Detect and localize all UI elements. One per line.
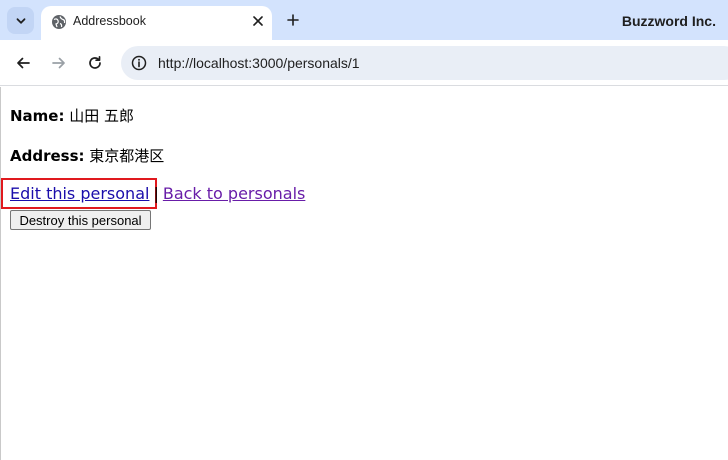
back-button[interactable] xyxy=(11,51,35,75)
plus-icon xyxy=(287,14,299,26)
reload-button[interactable] xyxy=(83,51,107,75)
browser-toolbar: http://localhost:3000/personals/1 xyxy=(0,40,728,86)
action-links: Edit this personal | Back to personals xyxy=(10,184,305,203)
name-field: Name: 山田 五郎 xyxy=(10,105,134,126)
address-field: Address: 東京都港区 xyxy=(10,145,164,166)
forward-button[interactable] xyxy=(47,51,71,75)
destroy-personal-button[interactable]: Destroy this personal xyxy=(10,210,151,230)
close-icon xyxy=(253,16,263,26)
tab-search-button[interactable] xyxy=(7,7,34,34)
url-text[interactable]: http://localhost:3000/personals/1 xyxy=(158,55,360,71)
tab-strip: Addressbook Buzzword Inc. xyxy=(0,0,728,40)
address-value: 東京都港区 xyxy=(89,147,165,165)
name-value: 山田 五郎 xyxy=(69,107,135,125)
address-bar[interactable]: http://localhost:3000/personals/1 xyxy=(121,46,728,80)
tab-title: Addressbook xyxy=(73,14,146,28)
close-tab-button[interactable] xyxy=(248,11,268,31)
browser-tab[interactable]: Addressbook xyxy=(41,6,272,40)
address-label: Address: xyxy=(10,147,85,165)
reload-icon xyxy=(89,55,101,69)
page-content: Name: 山田 五郎 Address: 東京都港区 Edit this per… xyxy=(0,87,728,460)
new-tab-button[interactable] xyxy=(282,9,304,31)
arrow-left-icon xyxy=(17,57,30,69)
back-to-personals-link[interactable]: Back to personals xyxy=(163,184,306,203)
name-label: Name: xyxy=(10,107,65,125)
link-separator: | xyxy=(153,184,159,203)
globe-icon xyxy=(52,15,66,29)
site-info-button[interactable] xyxy=(129,53,149,73)
edit-personal-link[interactable]: Edit this personal xyxy=(10,184,149,203)
info-icon xyxy=(131,55,147,71)
profile-name: Buzzword Inc. xyxy=(621,13,716,29)
chevron-down-icon xyxy=(16,17,25,24)
arrow-right-icon xyxy=(52,57,65,69)
